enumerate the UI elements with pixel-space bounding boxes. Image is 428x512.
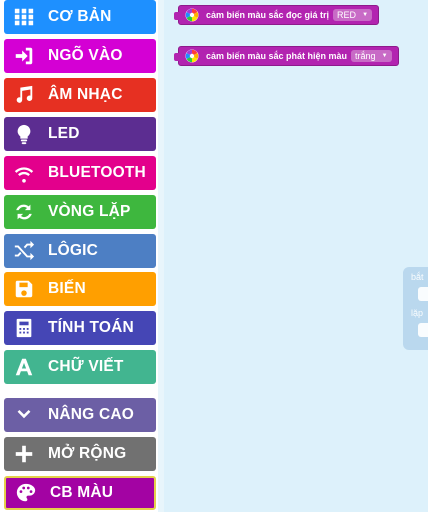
- caret-down-icon: ▼: [362, 12, 369, 18]
- sign-in-icon: [12, 44, 36, 68]
- category-label: TÍNH TOÁN: [48, 319, 134, 336]
- category-label: CHỮ VIẾT: [48, 358, 124, 375]
- block-label: cảm biến màu sắc phát hiện màu: [206, 51, 348, 61]
- dropdown-value: trắng: [355, 51, 376, 61]
- category-label: BLUETOOTH: [48, 164, 146, 181]
- color-sensor-detect-block[interactable]: cảm biến màu sắc phát hiện màu trắng ▼: [174, 46, 399, 66]
- color-channel-dropdown[interactable]: RED ▼: [333, 9, 373, 21]
- plus-icon: [12, 442, 36, 466]
- collapsed-flyout[interactable]: bắt lặp: [403, 267, 428, 350]
- color-name-dropdown[interactable]: trắng ▼: [351, 50, 392, 62]
- category-label: ÂM NHẠC: [48, 86, 123, 103]
- category-label: NÂNG CAO: [48, 406, 134, 423]
- save-icon: [12, 277, 36, 301]
- bulb-icon: [12, 122, 36, 146]
- color-sensor-read-block[interactable]: cảm biến màu sắc đọc giá trị RED ▼: [174, 5, 380, 25]
- category-label: LED: [48, 125, 80, 142]
- category-tinh-toan[interactable]: TÍNH TOÁN: [4, 311, 156, 345]
- category-bien[interactable]: BIẾN: [4, 272, 156, 306]
- shuffle-icon: [12, 239, 36, 263]
- grid-icon: [12, 5, 36, 29]
- block-connector: [174, 12, 180, 20]
- wifi-icon: [12, 161, 36, 185]
- palette-icon: [14, 481, 38, 505]
- toolbox-separator: [4, 388, 156, 389]
- category-led[interactable]: LED: [4, 117, 156, 151]
- chevron-down-icon: [12, 403, 36, 427]
- category-label: CB MÀU: [50, 484, 114, 501]
- category-label: BIẾN: [48, 280, 86, 297]
- category-am-nhac[interactable]: ÂM NHẠC: [4, 78, 156, 112]
- category-label: VÒNG LẶP: [48, 203, 131, 220]
- flyout-text-bottom: lặp: [411, 308, 424, 318]
- flyout-slot: [418, 323, 428, 337]
- category-label: MỞ RỘNG: [48, 445, 127, 462]
- category-label: CƠ BẢN: [48, 8, 112, 25]
- color-sensor-icon: [185, 8, 199, 22]
- block-connector: [174, 53, 180, 61]
- color-sensor-icon: [185, 49, 199, 63]
- category-mo-rong[interactable]: MỞ RỘNG: [4, 437, 156, 471]
- category-chu-viet[interactable]: CHỮ VIẾT: [4, 350, 156, 384]
- category-nang-cao[interactable]: NÂNG CAO: [4, 398, 156, 432]
- flyout-text-top: bắt: [411, 272, 424, 282]
- calculator-icon: [12, 316, 36, 340]
- category-vong-lap[interactable]: VÒNG LẶP: [4, 195, 156, 229]
- toolbox: CƠ BẢN NGÕ VÀO ÂM NHẠC LED BLUETOOTH VÒN…: [0, 0, 158, 512]
- refresh-icon: [12, 200, 36, 224]
- music-icon: [12, 83, 36, 107]
- block-workspace[interactable]: cảm biến màu sắc đọc giá trị RED ▼ cảm b…: [158, 0, 428, 512]
- block-label: cảm biến màu sắc đọc giá trị: [206, 10, 330, 20]
- text-a-icon: [12, 355, 36, 379]
- category-cb-mau[interactable]: CB MÀU: [4, 476, 156, 510]
- category-label: LÔGIC: [48, 242, 99, 259]
- category-ngo-vao[interactable]: NGÕ VÀO: [4, 39, 156, 73]
- category-label: NGÕ VÀO: [48, 47, 123, 64]
- caret-down-icon: ▼: [381, 53, 388, 59]
- category-bluetooth[interactable]: BLUETOOTH: [4, 156, 156, 190]
- category-co-ban[interactable]: CƠ BẢN: [4, 0, 156, 34]
- category-logic[interactable]: LÔGIC: [4, 234, 156, 268]
- flyout-slot: [418, 287, 428, 301]
- dropdown-value: RED: [337, 10, 357, 20]
